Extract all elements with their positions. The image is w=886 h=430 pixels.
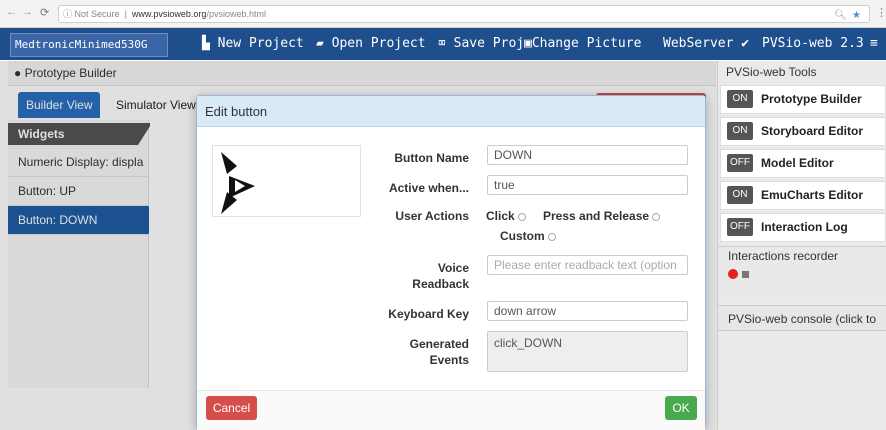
ok-button[interactable]: OK: [665, 396, 697, 420]
user-actions-label: User Actions: [395, 209, 469, 223]
click-option[interactable]: Click: [486, 209, 526, 223]
dialog-footer: [197, 390, 705, 430]
button-name-field[interactable]: DOWN: [487, 145, 688, 165]
dialog-title: Edit button: [197, 96, 705, 127]
folder-icon: ▰: [316, 36, 324, 51]
interactions-recorder: Interactions recorder: [718, 246, 886, 302]
hamburger-icon[interactable]: ≡: [870, 28, 878, 60]
custom-radio[interactable]: [547, 232, 556, 241]
webserver-status[interactable]: WebServer ✔: [663, 28, 749, 60]
generated-label: Generated: [409, 337, 469, 351]
readback-label: Readback: [412, 277, 469, 291]
save-icon: ⌧: [438, 36, 446, 51]
active-when-field[interactable]: true: [487, 175, 688, 195]
forward-icon[interactable]: →: [22, 6, 33, 18]
tool-emucharts-editor[interactable]: ON EmuCharts Editor: [720, 181, 886, 210]
recorder-title: Interactions recorder: [728, 249, 839, 263]
tool-storyboard-editor[interactable]: ON Storyboard Editor: [720, 117, 886, 146]
new-project-button[interactable]: ▙ New Project: [202, 28, 304, 60]
voice-readback-field[interactable]: [487, 255, 688, 275]
keyboard-key-label: Keyboard Key: [388, 307, 469, 321]
toggle-icon[interactable]: ON: [727, 90, 753, 108]
toggle-icon[interactable]: OFF: [727, 154, 753, 172]
address-bar[interactable]: ⓘ Not Secure | www.pvsioweb.org/pvsioweb…: [58, 5, 870, 23]
active-when-label: Active when...: [388, 181, 469, 195]
back-icon[interactable]: ←: [6, 6, 17, 18]
tool-interaction-log[interactable]: OFF Interaction Log: [720, 213, 886, 242]
pvsio-version: PVSio-web 2.3: [762, 36, 864, 51]
click-radio[interactable]: [517, 212, 526, 221]
stop-icon[interactable]: [742, 271, 749, 278]
tools-title: PVSio-web Tools: [726, 65, 817, 79]
menu-dots-icon[interactable]: ⋮: [876, 6, 886, 19]
toggle-icon[interactable]: ON: [727, 186, 753, 204]
info-icon: ⓘ: [63, 9, 73, 19]
events-label: Events: [429, 353, 469, 367]
url-host: www.pvsioweb.org: [131, 9, 207, 19]
tool-prototype-builder[interactable]: ON Prototype Builder: [720, 85, 886, 114]
keyboard-key-field[interactable]: down arrow: [487, 301, 688, 321]
reload-icon[interactable]: ⟳: [40, 6, 49, 19]
tool-model-editor[interactable]: OFF Model Editor: [720, 149, 886, 178]
zoom-icon[interactable]: 🔍︎: [834, 8, 847, 24]
project-name-box[interactable]: MedtronicMinimed530G: [10, 33, 168, 57]
console-header[interactable]: PVSio-web console (click to: [718, 305, 886, 331]
down-arrow-icon: [221, 152, 255, 214]
star-icon[interactable]: ★: [852, 8, 861, 24]
change-picture-button[interactable]: ▣Change Picture: [524, 28, 641, 60]
button-preview: [212, 145, 361, 217]
toggle-icon[interactable]: ON: [727, 122, 753, 140]
cancel-button[interactable]: Cancel: [206, 396, 257, 420]
check-icon: ✔: [741, 36, 750, 51]
browser-toolbar: ← → ⟳ ⓘ Not Secure | www.pvsioweb.org/pv…: [0, 0, 886, 28]
record-icon[interactable]: [728, 269, 738, 279]
custom-option[interactable]: Custom: [500, 229, 556, 243]
generated-events-field: click_DOWN: [487, 331, 688, 372]
press-release-option[interactable]: Press and Release: [543, 209, 661, 223]
picture-icon: ▣: [524, 36, 532, 51]
open-project-button[interactable]: ▰ Open Project: [316, 28, 426, 60]
save-project-button[interactable]: ⌧ Save Proj: [438, 28, 524, 60]
button-name-label: Button Name: [394, 151, 469, 165]
voice-label: Voice: [437, 261, 469, 275]
toggle-icon[interactable]: OFF: [727, 218, 753, 236]
file-icon: ▙: [202, 36, 210, 51]
security-label: Not Secure: [74, 9, 120, 19]
url-path: /pvsioweb.html: [206, 9, 266, 19]
press-release-radio[interactable]: [652, 212, 661, 221]
